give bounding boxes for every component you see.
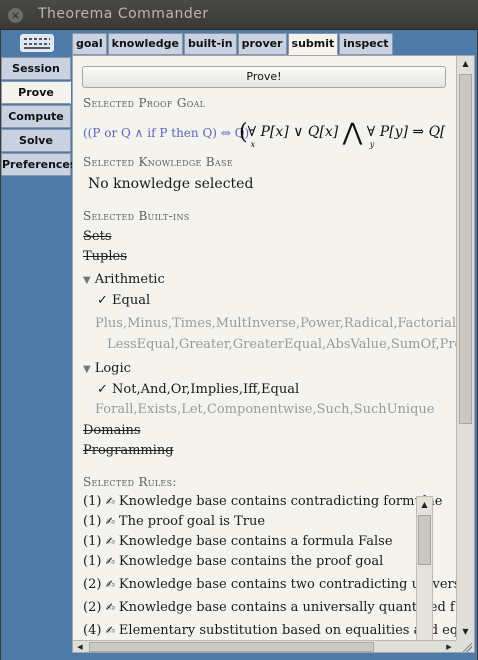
builtin-tuples[interactable]: Tuples [83, 249, 127, 264]
sidebar-tab-compute[interactable]: Compute [1, 105, 71, 128]
builtin-sets[interactable]: Sets [83, 229, 112, 244]
rule-item[interactable]: (1) ✍ Knowledge base contains the proof … [83, 554, 383, 569]
knowledge-base-text: No knowledge selected [88, 176, 254, 192]
rule-item[interactable]: (2) ✍ Knowledge base contains two contra… [83, 577, 456, 592]
rule-item[interactable]: (2) ✍ Knowledge base contains a universa… [83, 600, 455, 615]
top-tab-bar: goal knowledge built-in prover submit in… [72, 33, 394, 55]
rule-item[interactable]: (1) ✍ Knowledge base contains a formula … [83, 534, 393, 549]
keyboard-icon [19, 33, 54, 52]
close-icon[interactable]: × [8, 8, 23, 23]
rule-text: Knowledge base contains contradicting fo… [118, 494, 443, 509]
rules-scroll-thumb[interactable] [418, 515, 431, 565]
logic-checked[interactable]: ✓ Not,And,Or,Implies,Iff,Equal [97, 382, 299, 397]
quantifier-symbol: ∀ [247, 124, 257, 140]
knowledge-base-heading: Selected Knowledge Base [83, 155, 233, 169]
rule-text: Knowledge base contains two contradictin… [118, 577, 456, 592]
triangle-down-icon[interactable]: ▼ [83, 364, 91, 375]
rule-priority: (1) [83, 554, 102, 569]
hand-writing-icon: ✍ [105, 515, 115, 528]
sidebar-tab-preferences[interactable]: Preferences [1, 153, 76, 176]
rule-priority: (4) [83, 623, 102, 638]
formula-part-1: P[x] ∨ Q[x] [260, 124, 339, 140]
sidebar-tab-solve[interactable]: Solve [1, 129, 71, 152]
builtins-heading: Selected Built-ins [83, 209, 190, 223]
rule-text: Knowledge base contains a universally qu… [118, 600, 455, 615]
proof-goal-label[interactable]: ((P or Q ∧ if P then Q) ⇔ Q) [83, 126, 249, 140]
quantifier-var-x: x [250, 140, 256, 149]
resize-grip-icon[interactable] [456, 640, 474, 652]
builtin-arithmetic[interactable]: ▼ Arithmetic [83, 272, 165, 287]
forall-y: ∀ y [366, 124, 376, 149]
rule-text: The proof goal is True [118, 514, 266, 529]
scroll-up-icon[interactable]: ▲ [457, 56, 474, 72]
tab-inspect[interactable]: inspect [339, 33, 393, 55]
rule-item[interactable]: (1) ✍ Knowledge base contains contradict… [83, 494, 442, 509]
hand-writing-icon: ✍ [105, 555, 115, 568]
rule-priority: (1) [83, 534, 102, 549]
arithmetic-line-1[interactable]: Plus,Minus,Times,MultInverse,Power,Radic… [95, 316, 456, 331]
keyboard-button[interactable] [1, 30, 72, 55]
logic-label: Logic [94, 361, 131, 376]
rule-text: Elementary substitution based on equalit… [118, 623, 456, 638]
arithmetic-line-2[interactable]: LessEqual,Greater,GreaterEqual,AbsValue,… [107, 337, 456, 352]
triangle-down-icon[interactable]: ▼ [83, 275, 91, 286]
formula-wedge: ⋀ [342, 118, 363, 146]
builtin-logic[interactable]: ▼ Logic [83, 361, 131, 376]
tab-goal[interactable]: goal [72, 33, 107, 55]
tab-submit[interactable]: submit [287, 33, 339, 55]
builtin-domains[interactable]: Domains [83, 423, 141, 438]
scroll-right-icon[interactable]: ▶ [442, 641, 456, 652]
sidebar-tab-session[interactable]: Session [1, 57, 71, 80]
rule-item[interactable]: (4) ✍ Elementary substitution based on e… [83, 623, 456, 638]
rule-priority: (1) [83, 514, 102, 529]
vertical-scroll-thumb[interactable] [459, 74, 472, 424]
window-title: Theorema Commander [38, 6, 209, 22]
hand-writing-icon: ✍ [105, 495, 115, 508]
quantifier-symbol-2: ∀ [366, 124, 376, 140]
submit-content: Prove! Selected Proof Goal ((P or Q ∧ if… [73, 56, 456, 640]
commander-window: Session Prove Compute Solve Preferences … [1, 30, 477, 660]
sidebar: Session Prove Compute Solve Preferences [1, 57, 76, 177]
submit-panel: Prove! Selected Proof Goal ((P or Q ∧ if… [72, 55, 475, 653]
scroll-up-icon[interactable]: ▲ [417, 497, 432, 512]
proof-goal-formula: (∀ x P[x] ∨ Q[x] ⋀ ∀ y P[y] ⇒ Q[ [239, 118, 446, 149]
rule-priority: (2) [83, 577, 102, 592]
title-bar: × Theorema Commander [0, 0, 478, 30]
scroll-down-icon[interactable]: ▼ [457, 624, 474, 640]
arithmetic-label: Arithmetic [94, 272, 165, 287]
proof-goal-heading: Selected Proof Goal [83, 96, 206, 110]
tab-built-in[interactable]: built-in [183, 33, 237, 55]
tab-prover[interactable]: prover [237, 33, 287, 55]
quantifier-var-y: y [369, 140, 375, 149]
rule-text: Knowledge base contains a formula False [118, 534, 393, 549]
hand-writing-icon: ✍ [105, 624, 115, 637]
hand-writing-icon: ✍ [105, 578, 115, 591]
vertical-scrollbar[interactable]: ▲ ▼ [456, 56, 474, 640]
hand-writing-icon: ✍ [105, 535, 115, 548]
rules-heading: Selected Rules: [83, 475, 177, 489]
builtin-programming[interactable]: Programming [83, 443, 174, 458]
sidebar-tab-prove[interactable]: Prove [1, 81, 71, 104]
rule-priority: (2) [83, 600, 102, 615]
arithmetic-checked[interactable]: ✓ Equal [97, 293, 150, 308]
formula-paren: ( [239, 120, 248, 145]
rule-priority: (1) [83, 494, 102, 509]
rule-text: Knowledge base contains the proof goal [118, 554, 384, 569]
formula-part-2: P[y] ⇒ Q[ [379, 124, 446, 140]
rules-scrollbar[interactable]: ▲ [416, 496, 433, 640]
horizontal-scrollbar[interactable]: ◀ ▶ [73, 640, 456, 652]
forall-x: ∀ x [247, 124, 257, 149]
logic-line-1[interactable]: Forall,Exists,Let,Componentwise,Such,Suc… [95, 402, 434, 417]
prove-button[interactable]: Prove! [82, 66, 446, 88]
horizontal-scroll-thumb[interactable] [89, 642, 374, 652]
hand-writing-icon: ✍ [105, 601, 115, 614]
scroll-left-icon[interactable]: ◀ [73, 641, 87, 652]
rule-item[interactable]: (1) ✍ The proof goal is True [83, 514, 265, 529]
tab-knowledge[interactable]: knowledge [107, 33, 183, 55]
